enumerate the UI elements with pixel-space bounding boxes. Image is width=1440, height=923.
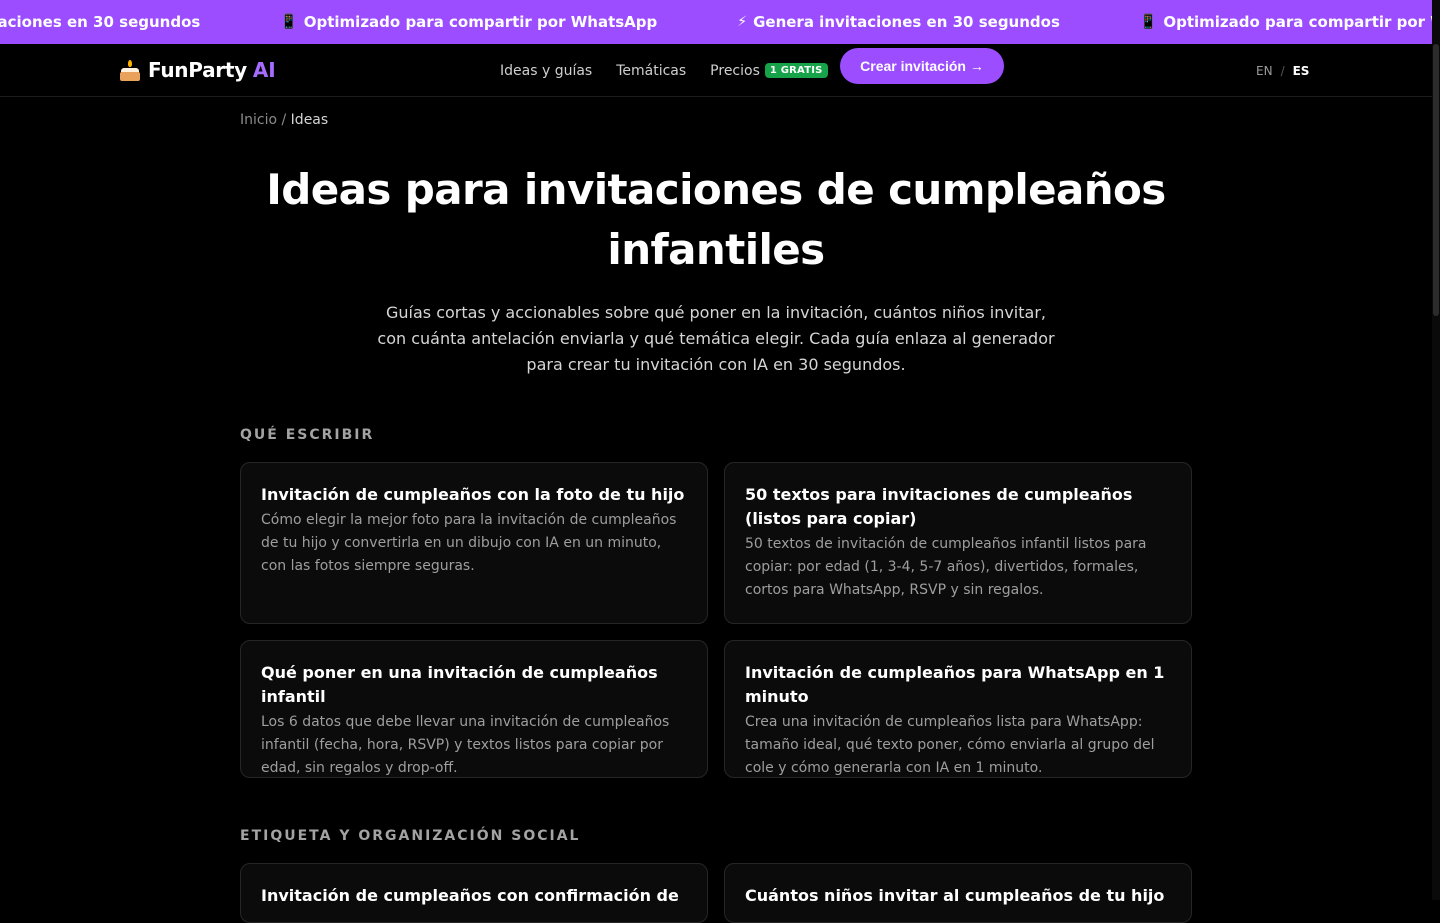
logo-text: FunParty xyxy=(148,58,247,82)
section-heading: Etiqueta y organización social xyxy=(240,828,581,844)
card-title: Cuántos niños invitar al cumpleaños de t… xyxy=(745,886,1165,905)
lightning-icon: ⚡ xyxy=(737,14,748,30)
ticker-text: nera invitaciones en 30 segundos xyxy=(0,13,201,31)
page-intro: Guías cortas y accionables sobre qué pon… xyxy=(377,303,1055,374)
guide-card[interactable]: 50 textos para invitaciones de cumpleaño… xyxy=(724,462,1192,624)
ticker-text: Genera invitaciones en 30 segundos xyxy=(753,13,1060,31)
breadcrumb-current: Ideas xyxy=(290,112,329,128)
guide-card[interactable]: Invitación de cumpleaños para WhatsApp e… xyxy=(724,640,1192,778)
page-scrollbar[interactable] xyxy=(1432,0,1440,900)
card-title: Invitación de cumpleaños con confirmació… xyxy=(261,886,679,905)
main-nav: Ideas y guías Temáticas Precios 1 GRATIS xyxy=(500,44,852,97)
ticker-item: 📱 Optimizado para compartir por WhatsApp xyxy=(280,13,657,31)
guide-card[interactable]: Invitación de cumpleaños con confirmació… xyxy=(240,863,708,923)
ticker-text: Optimizado para compartir por WhatsApp xyxy=(1163,13,1432,31)
nav-link-tematicas[interactable]: Temáticas xyxy=(616,63,686,79)
card-title: Qué poner en una invitación de cumpleaño… xyxy=(261,663,658,706)
phone-icon: 📱 xyxy=(1139,14,1158,30)
card-title: Invitación de cumpleaños con la foto de … xyxy=(261,485,685,504)
card-description: Cómo elegir la mejor foto para la invita… xyxy=(261,512,677,574)
guide-card[interactable]: Qué poner en una invitación de cumpleaño… xyxy=(240,640,708,778)
nav-link-label: Precios xyxy=(710,62,760,79)
ticker-track: nera invitaciones en 30 segundos 📱 Optimi… xyxy=(0,0,1432,44)
card-description: Los 6 datos que debe llevar una invitaci… xyxy=(261,714,670,776)
free-badge: 1 GRATIS xyxy=(764,63,828,78)
scrollbar-thumb[interactable] xyxy=(1433,44,1439,316)
lang-es-link[interactable]: ES xyxy=(1293,64,1310,78)
lang-en-link[interactable]: EN xyxy=(1256,64,1273,78)
site-header: FunParty AI Ideas y guías Temáticas Prec… xyxy=(0,44,1432,97)
language-switcher: EN / ES xyxy=(1256,44,1309,97)
phone-icon: 📱 xyxy=(280,14,298,30)
logo-link[interactable]: FunParty AI xyxy=(119,55,276,85)
card-description: 50 textos de invitación de cumpleaños in… xyxy=(745,536,1147,598)
breadcrumb: Inicio / Ideas xyxy=(240,112,328,128)
card-description: Crea una invitación de cumpleaños lista … xyxy=(745,714,1155,776)
breadcrumb-home-link[interactable]: Inicio xyxy=(240,112,277,128)
ticker-item: ⚡ Genera invitaciones en 30 segundos xyxy=(737,13,1060,31)
create-invitation-button[interactable]: Crear invitación → xyxy=(840,48,1004,84)
lang-separator: / xyxy=(1280,63,1285,78)
cake-icon xyxy=(119,58,141,82)
breadcrumb-separator: / xyxy=(281,112,287,128)
nav-link-ideas[interactable]: Ideas y guías xyxy=(500,63,592,79)
announcement-ticker: nera invitaciones en 30 segundos 📱 Optimi… xyxy=(0,0,1432,44)
page-title: Ideas para invitaciones de cumpleaños in… xyxy=(266,165,1166,274)
logo-accent: AI xyxy=(252,58,276,82)
card-title: 50 textos para invitaciones de cumpleaño… xyxy=(745,485,1133,528)
section-heading: Qué escribir xyxy=(240,427,375,443)
guide-card[interactable]: Invitación de cumpleaños con la foto de … xyxy=(240,462,708,624)
card-title: Invitación de cumpleaños para WhatsApp e… xyxy=(745,663,1165,706)
nav-link-precios[interactable]: Precios 1 GRATIS xyxy=(710,62,828,79)
ticker-item: 📱 Optimizado para compartir por WhatsApp xyxy=(1140,13,1432,31)
ticker-text: Optimizado para compartir por WhatsApp xyxy=(303,13,658,31)
guide-card[interactable]: Cuántos niños invitar al cumpleaños de t… xyxy=(724,863,1192,923)
ticker-item: nera invitaciones en 30 segundos xyxy=(0,13,200,31)
